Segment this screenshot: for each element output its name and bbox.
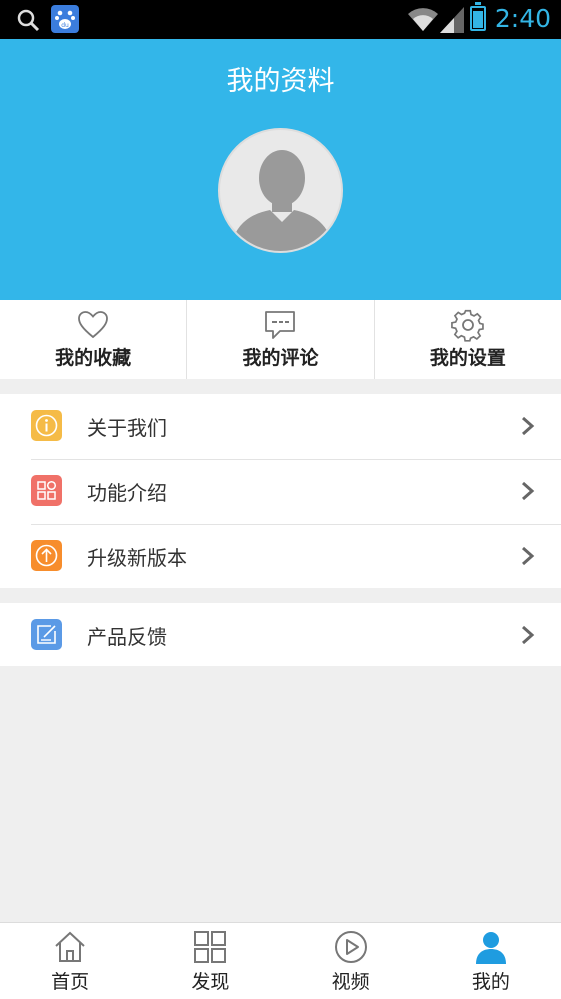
- tab-label: 视频: [331, 971, 370, 993]
- chevron-right-icon: [522, 481, 535, 501]
- comment-icon: [265, 311, 296, 339]
- menu-group-1: 关于我们 功能介绍 升级新版本: [0, 394, 561, 588]
- info-icon: [31, 410, 62, 441]
- quick-actions: 我的收藏 我的评论 我的设置: [0, 300, 561, 379]
- settings-button[interactable]: 我的设置: [375, 300, 561, 379]
- battery-icon: [470, 2, 486, 31]
- comments-button[interactable]: 我的评论: [187, 300, 375, 379]
- chevron-right-icon: [522, 546, 535, 566]
- favorites-button[interactable]: 我的收藏: [0, 300, 188, 379]
- menu-item-upgrade[interactable]: 升级新版本: [0, 524, 561, 589]
- comments-label: 我的评论: [242, 347, 319, 369]
- svg-text:du: du: [61, 22, 69, 29]
- chevron-right-icon: [522, 416, 535, 436]
- home-icon: [55, 931, 85, 962]
- feedback-icon: [31, 619, 62, 650]
- menu-item-about[interactable]: 关于我们: [0, 394, 561, 459]
- tab-label: 发现: [191, 971, 230, 993]
- search-icon: [17, 9, 40, 32]
- menu-item-features[interactable]: 功能介绍: [0, 459, 561, 524]
- favorites-label: 我的收藏: [55, 347, 132, 369]
- tab-video[interactable]: 视频: [281, 923, 421, 999]
- heart-icon: [78, 311, 109, 339]
- bottom-nav: 首页 发现 视频 我的: [0, 922, 561, 999]
- wifi-icon: [408, 8, 438, 31]
- signal-icon: [440, 7, 464, 33]
- avatar[interactable]: [218, 128, 343, 253]
- gear-icon: [450, 309, 484, 342]
- tab-label: 首页: [51, 971, 90, 993]
- avatar-silhouette-icon: [230, 150, 334, 251]
- tab-label: 我的: [471, 971, 510, 993]
- clock: 2:40: [494, 4, 551, 33]
- status-bar: du 2:40: [0, 0, 561, 39]
- video-icon: [334, 931, 367, 963]
- menu-label: 产品反馈: [87, 625, 167, 649]
- discover-icon: [194, 931, 227, 963]
- baidu-icon: du: [51, 5, 79, 33]
- menu-label: 关于我们: [87, 416, 167, 440]
- menu-label: 升级新版本: [87, 546, 187, 570]
- tab-discover[interactable]: 发现: [140, 923, 280, 999]
- upgrade-icon: [31, 540, 62, 571]
- profile-icon: [475, 932, 506, 964]
- menu-label: 功能介绍: [87, 481, 167, 505]
- tab-home[interactable]: 首页: [0, 923, 140, 999]
- menu-group-2: 产品反馈: [0, 603, 561, 666]
- profile-header: 我的资料: [0, 39, 561, 300]
- page-title: 我的资料: [226, 66, 335, 97]
- settings-label: 我的设置: [429, 347, 506, 369]
- chevron-right-icon: [522, 625, 535, 645]
- grid-icon: [31, 475, 62, 506]
- menu-item-feedback[interactable]: 产品反馈: [0, 603, 561, 666]
- tab-profile[interactable]: 我的: [421, 923, 561, 999]
